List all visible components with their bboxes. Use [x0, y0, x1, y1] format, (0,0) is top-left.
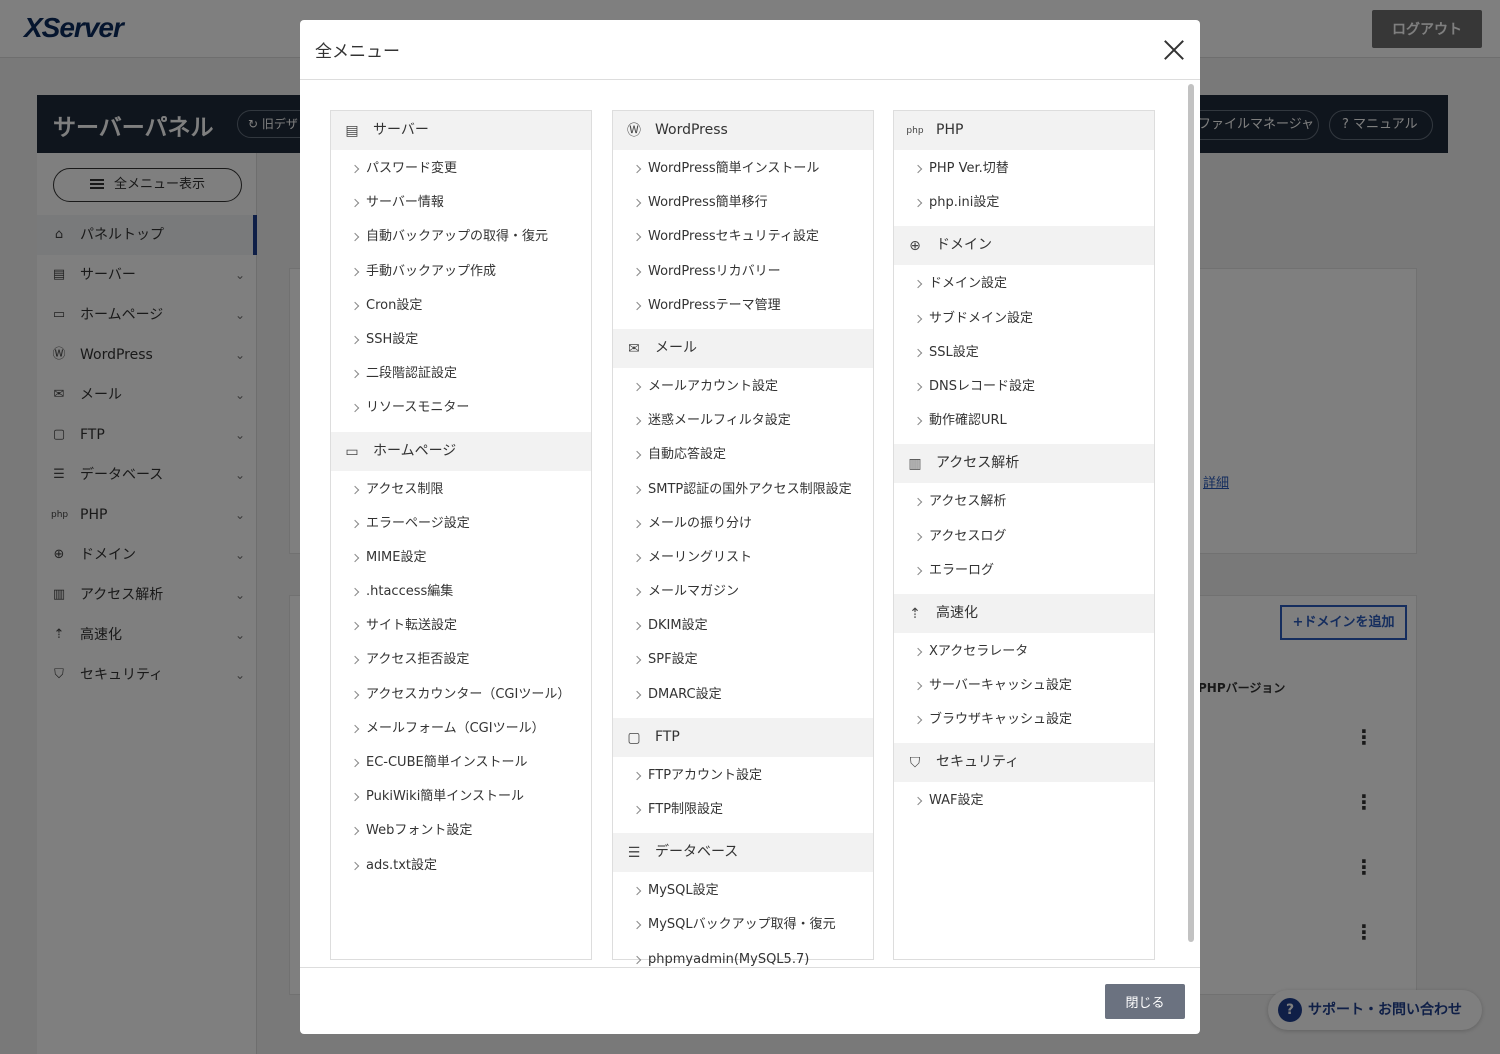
- menu-item[interactable]: 自動バックアップの取得・復元: [331, 220, 591, 254]
- menu-item[interactable]: EC-CUBE簡単インストール: [331, 746, 591, 780]
- menu-item[interactable]: WordPress簡単移行: [613, 186, 873, 220]
- menu-item[interactable]: 手動バックアップ作成: [331, 255, 591, 289]
- menu-item[interactable]: WordPressセキュリティ設定: [613, 220, 873, 254]
- menu-item[interactable]: ドメイン設定: [894, 267, 1154, 301]
- php-icon: php: [906, 126, 924, 136]
- database-icon: ☰: [627, 845, 641, 862]
- menu-item[interactable]: PHP Ver.切替: [894, 152, 1154, 186]
- menu-item[interactable]: DNSレコード設定: [894, 370, 1154, 404]
- section-header-ftp: ▢ FTP: [613, 717, 873, 757]
- section-header-wordpress: Ⓦ WordPress: [613, 111, 873, 150]
- menu-item[interactable]: Webフォント設定: [331, 814, 591, 848]
- menu-item[interactable]: エラーログ: [894, 554, 1154, 588]
- menu-item[interactable]: パスワード変更: [331, 152, 591, 186]
- menu-item[interactable]: FTP制限設定: [613, 793, 873, 827]
- menu-item[interactable]: アクセスカウンター（CGIツール）: [331, 678, 591, 712]
- section-header-mail: ✉ メール: [613, 328, 873, 368]
- menu-item[interactable]: サブドメイン設定: [894, 302, 1154, 336]
- close-icon[interactable]: [1160, 36, 1188, 64]
- menu-item[interactable]: アクセス解析: [894, 485, 1154, 519]
- modal-header: 全メニュー: [300, 20, 1200, 80]
- menu-item[interactable]: FTPアカウント設定: [613, 759, 873, 793]
- analytics-icon: ▥: [908, 456, 922, 473]
- menu-item[interactable]: サーバー情報: [331, 186, 591, 220]
- menu-item[interactable]: 自動応答設定: [613, 438, 873, 472]
- browser-icon: ▭: [345, 443, 359, 460]
- menu-column-1: ▤ サーバー パスワード変更 サーバー情報 自動バックアップの取得・復元 手動バックアッ…: [330, 110, 592, 960]
- menu-item[interactable]: リソースモニター: [331, 391, 591, 425]
- menu-item[interactable]: メールアカウント設定: [613, 370, 873, 404]
- modal-footer: 閉じる: [300, 967, 1200, 1034]
- section-header-security: ⛉ セキュリティ: [894, 743, 1154, 783]
- close-button[interactable]: 閉じる: [1105, 984, 1185, 1019]
- speed-icon: ⇡: [909, 605, 921, 622]
- section-header-server: ▤ サーバー: [331, 111, 591, 150]
- menu-item[interactable]: PukiWiki簡単インストール: [331, 780, 591, 814]
- menu-item[interactable]: メーリングリスト: [613, 541, 873, 575]
- menu-item[interactable]: WordPressリカバリー: [613, 255, 873, 289]
- menu-item[interactable]: アクセスログ: [894, 520, 1154, 554]
- menu-item[interactable]: WordPress簡単インストール: [613, 152, 873, 186]
- menu-item[interactable]: サーバーキャッシュ設定: [894, 669, 1154, 703]
- menu-item[interactable]: エラーページ設定: [331, 507, 591, 541]
- menu-item[interactable]: ブラウザキャッシュ設定: [894, 703, 1154, 737]
- menu-item[interactable]: DMARC設定: [613, 678, 873, 712]
- scrollbar-thumb[interactable]: [1188, 84, 1194, 942]
- modal-body: ▤ サーバー パスワード変更 サーバー情報 自動バックアップの取得・復元 手動バックアッ…: [300, 80, 1200, 967]
- menu-item[interactable]: SPF設定: [613, 643, 873, 677]
- menu-column-3: php PHP PHP Ver.切替 php.ini設定 ⊕ ドメイン ドメイン設定サ…: [893, 110, 1155, 960]
- modal-title: 全メニュー: [315, 42, 400, 62]
- ftp-icon: ▢: [627, 729, 641, 746]
- menu-item[interactable]: DKIM設定: [613, 609, 873, 643]
- menu-item[interactable]: SSH設定: [331, 323, 591, 357]
- menu-item[interactable]: MIME設定: [331, 541, 591, 575]
- menu-item[interactable]: WAF設定: [894, 784, 1154, 818]
- shield-icon: ⛉: [909, 755, 921, 772]
- section-header-speed: ⇡ 高速化: [894, 593, 1154, 633]
- menu-item[interactable]: php.ini設定: [894, 186, 1154, 220]
- section-header-database: ☰ データベース: [613, 833, 873, 873]
- all-menu-modal: 全メニュー ▤ サーバー パスワード変更 サーバー情報 自動バックアップの取得・復元手…: [300, 20, 1200, 1034]
- menu-item[interactable]: メールフォーム（CGIツール）: [331, 712, 591, 746]
- menu-item[interactable]: SSL設定: [894, 336, 1154, 370]
- menu-item[interactable]: 迷惑メールフィルタ設定: [613, 404, 873, 438]
- server-icon: ▤: [345, 123, 359, 139]
- modal-scrollbar[interactable]: [1186, 82, 1196, 944]
- menu-item[interactable]: SMTP認証の国外アクセス制限設定: [613, 473, 873, 507]
- menu-column-2: Ⓦ WordPress WordPress簡単インストール WordPress簡単移…: [612, 110, 874, 967]
- menu-item[interactable]: メールの振り分け: [613, 507, 873, 541]
- menu-item[interactable]: サイト転送設定: [331, 609, 591, 643]
- menu-item[interactable]: MySQLバックアップ取得・復元: [613, 908, 873, 942]
- menu-item[interactable]: メールマガジン: [613, 575, 873, 609]
- menu-item[interactable]: 二段階認証設定: [331, 357, 591, 391]
- globe-icon: ⊕: [909, 238, 921, 255]
- menu-item[interactable]: WordPressテーマ管理: [613, 289, 873, 323]
- section-header-php: php PHP: [894, 111, 1154, 150]
- menu-item[interactable]: phpmyadmin(MySQL5.7): [613, 943, 873, 967]
- section-header-domain: ⊕ ドメイン: [894, 226, 1154, 266]
- menu-item[interactable]: Xアクセラレータ: [894, 635, 1154, 669]
- section-header-homepage: ▭ ホームページ: [331, 431, 591, 471]
- wordpress-icon: Ⓦ: [627, 123, 641, 139]
- menu-item[interactable]: .htaccess編集: [331, 575, 591, 609]
- mail-icon: ✉: [628, 340, 640, 357]
- menu-item[interactable]: Cron設定: [331, 289, 591, 323]
- menu-item[interactable]: MySQL設定: [613, 874, 873, 908]
- menu-item[interactable]: アクセス拒否設定: [331, 643, 591, 677]
- menu-item[interactable]: ads.txt設定: [331, 849, 591, 883]
- menu-item[interactable]: 動作確認URL: [894, 404, 1154, 438]
- menu-item[interactable]: アクセス制限: [331, 473, 591, 507]
- section-header-analytics: ▥ アクセス解析: [894, 444, 1154, 484]
